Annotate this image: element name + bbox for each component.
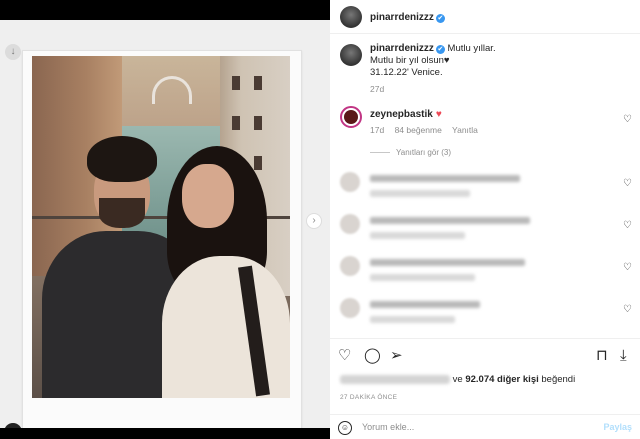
verified-icon: ✔ (435, 14, 445, 23)
blurred-text (370, 301, 480, 308)
next-arrow-icon[interactable]: › (306, 213, 322, 229)
blurred-meta (370, 190, 470, 197)
caption-username[interactable]: pinarrdenizzz (370, 43, 434, 54)
blurred-meta (370, 232, 465, 239)
likes-unit: diğer kişi (497, 374, 539, 385)
blurred-avatar (340, 256, 360, 276)
likes-suffix: beğendi (541, 374, 576, 385)
blurred-comment: ♡ (340, 172, 636, 204)
blurred-meta (370, 274, 475, 281)
blurred-text (370, 259, 525, 266)
likes-prefix: ve (452, 374, 463, 385)
media-bottom-bar (0, 428, 330, 439)
reply-button[interactable]: Yanıtla (452, 125, 478, 135)
comment-like-icon[interactable]: ♡ (623, 262, 632, 273)
caption-line: Mutlu yıllar. (447, 43, 496, 54)
comment-like-icon[interactable]: ♡ (623, 304, 632, 315)
view-replies[interactable]: Yanıtları gör (3) (370, 148, 451, 157)
comment-like-icon[interactable]: ♡ (623, 178, 632, 189)
blurred-comment: ♡ (340, 214, 636, 246)
author-username[interactable]: pinarrdenizzz (370, 12, 434, 23)
caption-text: pinarrdenizzz ✔ Mutlu yıllar. Mutlu bir y… (370, 43, 496, 79)
person-woman (152, 146, 290, 398)
blurred-meta (370, 316, 455, 323)
blurred-text (370, 217, 530, 224)
caption-line: Mutlu bir yıl olsun♥ (370, 55, 450, 66)
emoji-icon[interactable]: ☺ (338, 421, 352, 435)
media-top-bar (0, 0, 330, 20)
comment-like-icon[interactable]: ♡ (623, 114, 632, 125)
blurred-comment: ♡ (340, 256, 636, 288)
likes-count: 92.074 (465, 374, 495, 385)
action-bar: ♡ ◯ ➢ ⊓ ⤓ (330, 338, 640, 372)
likes-summary[interactable]: ve 92.074 diğer kişi beğendi (340, 374, 575, 385)
save-icon[interactable]: ⊓ (596, 348, 608, 364)
post-header: pinarrdenizzz ✔ (330, 0, 640, 34)
caption-line: 31.12.22' Venice. (370, 67, 443, 78)
comment-input[interactable] (362, 419, 582, 435)
blurred-comment: ♡ (340, 298, 636, 330)
post-photo[interactable] (32, 56, 290, 398)
blurred-text (370, 175, 520, 182)
author-avatar[interactable] (340, 6, 362, 28)
caption-age: 27d (370, 84, 385, 94)
download-icon[interactable]: ↓ (5, 44, 21, 60)
blurred-avatar (340, 172, 360, 192)
post-time[interactable]: 27 DAKİKA ÖNCE (340, 394, 397, 401)
comment-icon[interactable]: ◯ (364, 348, 381, 364)
replies-divider (370, 152, 390, 154)
download-post-icon[interactable]: ⤓ (620, 348, 627, 364)
caption-avatar[interactable] (340, 44, 362, 66)
view-replies-label: Yanıtları gör (3) (396, 148, 451, 157)
comment-like-icon[interactable]: ♡ (623, 220, 632, 231)
comment-likes[interactable]: 84 beğenme (395, 125, 442, 135)
commenter-username[interactable]: zeynepbastik (370, 109, 433, 120)
share-icon[interactable]: ➢ (390, 348, 403, 364)
polaroid-frame (22, 50, 302, 428)
comment-age: 17d (370, 125, 385, 135)
post-button[interactable]: Paylaş (603, 422, 632, 432)
blurred-likers (340, 374, 450, 384)
blurred-avatar (340, 298, 360, 318)
heart-emoji-icon: ♥ (435, 109, 442, 120)
comment-bar: ☺ Paylaş (330, 414, 640, 439)
blurred-avatar (340, 214, 360, 234)
bridge (152, 76, 192, 104)
media-viewer: ↓ (0, 20, 330, 428)
like-icon[interactable]: ♡ (338, 348, 351, 364)
post-panel: pinarrdenizzz ✔ pinarrdenizzz ✔ Mutlu yıll… (330, 0, 640, 439)
verified-icon: ✔ (435, 45, 445, 54)
commenter-avatar[interactable] (340, 106, 362, 128)
